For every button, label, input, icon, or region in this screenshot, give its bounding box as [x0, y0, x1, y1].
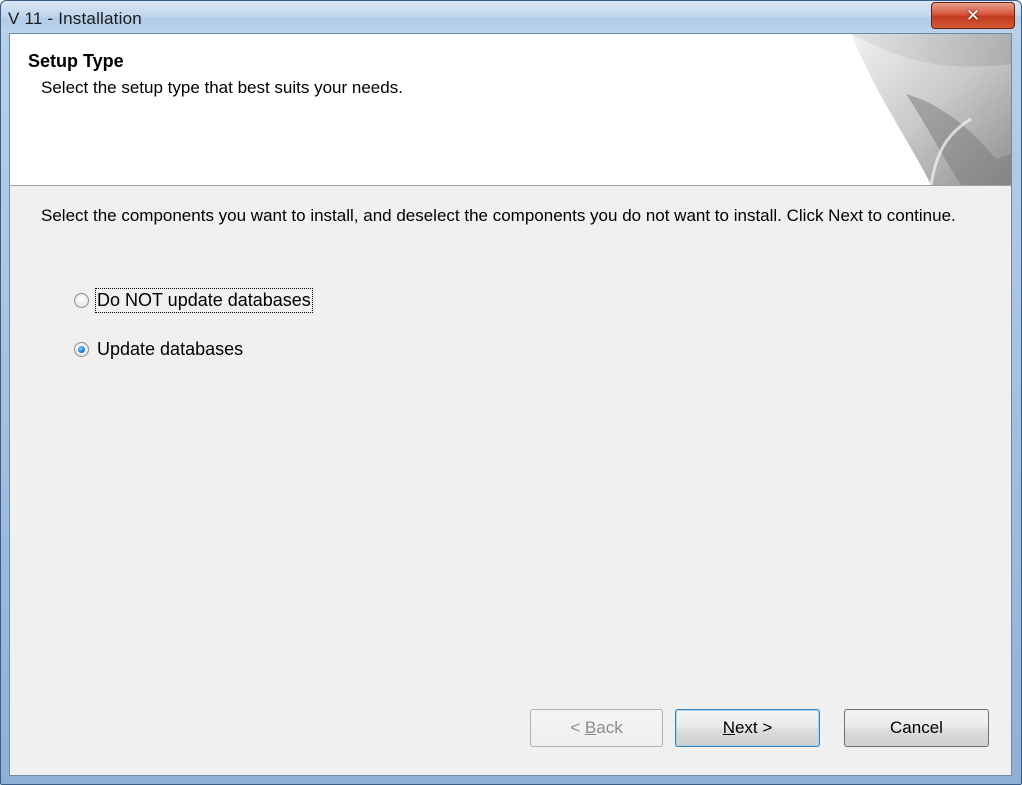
option-update[interactable]: Update databases — [74, 336, 244, 362]
back-button[interactable]: < Back — [530, 709, 663, 747]
next-mnemonic: N — [722, 718, 735, 737]
option-label[interactable]: Update databases — [96, 338, 244, 361]
close-icon: ✕ — [965, 5, 981, 26]
title-bar[interactable]: V 11 - Installation ✕ — [1, 1, 1021, 33]
page-title: Setup Type — [28, 51, 124, 71]
option-label[interactable]: Do NOT update databases — [95, 287, 313, 313]
radio-selected-icon[interactable] — [74, 341, 89, 357]
cancel-label: Cancel — [890, 718, 943, 737]
page-subtitle: Select the setup type that best suits yo… — [41, 78, 403, 97]
back-prefix: < — [570, 718, 585, 737]
close-button[interactable]: ✕ — [931, 2, 1015, 29]
back-mnemonic: B — [584, 718, 597, 737]
next-button[interactable]: Next > — [675, 709, 820, 747]
instructions-text: Select the components you want to instal… — [41, 206, 956, 225]
back-rest: ack — [596, 718, 623, 737]
page-curl-graphic — [851, 34, 1011, 185]
cancel-button[interactable]: Cancel — [844, 709, 989, 747]
header-panel: Setup Type Select the setup type that be… — [10, 34, 1011, 186]
window-title: V 11 - Installation — [8, 9, 142, 28]
radio-unselected-icon[interactable] — [74, 292, 89, 308]
dialog-client-area: Setup Type Select the setup type that be… — [9, 33, 1012, 776]
next-rest: ext > — [734, 718, 773, 737]
option-do-not-update[interactable]: Do NOT update databases — [74, 287, 313, 313]
installer-window: V 11 - Installation ✕ Setup Type Select … — [0, 0, 1022, 785]
